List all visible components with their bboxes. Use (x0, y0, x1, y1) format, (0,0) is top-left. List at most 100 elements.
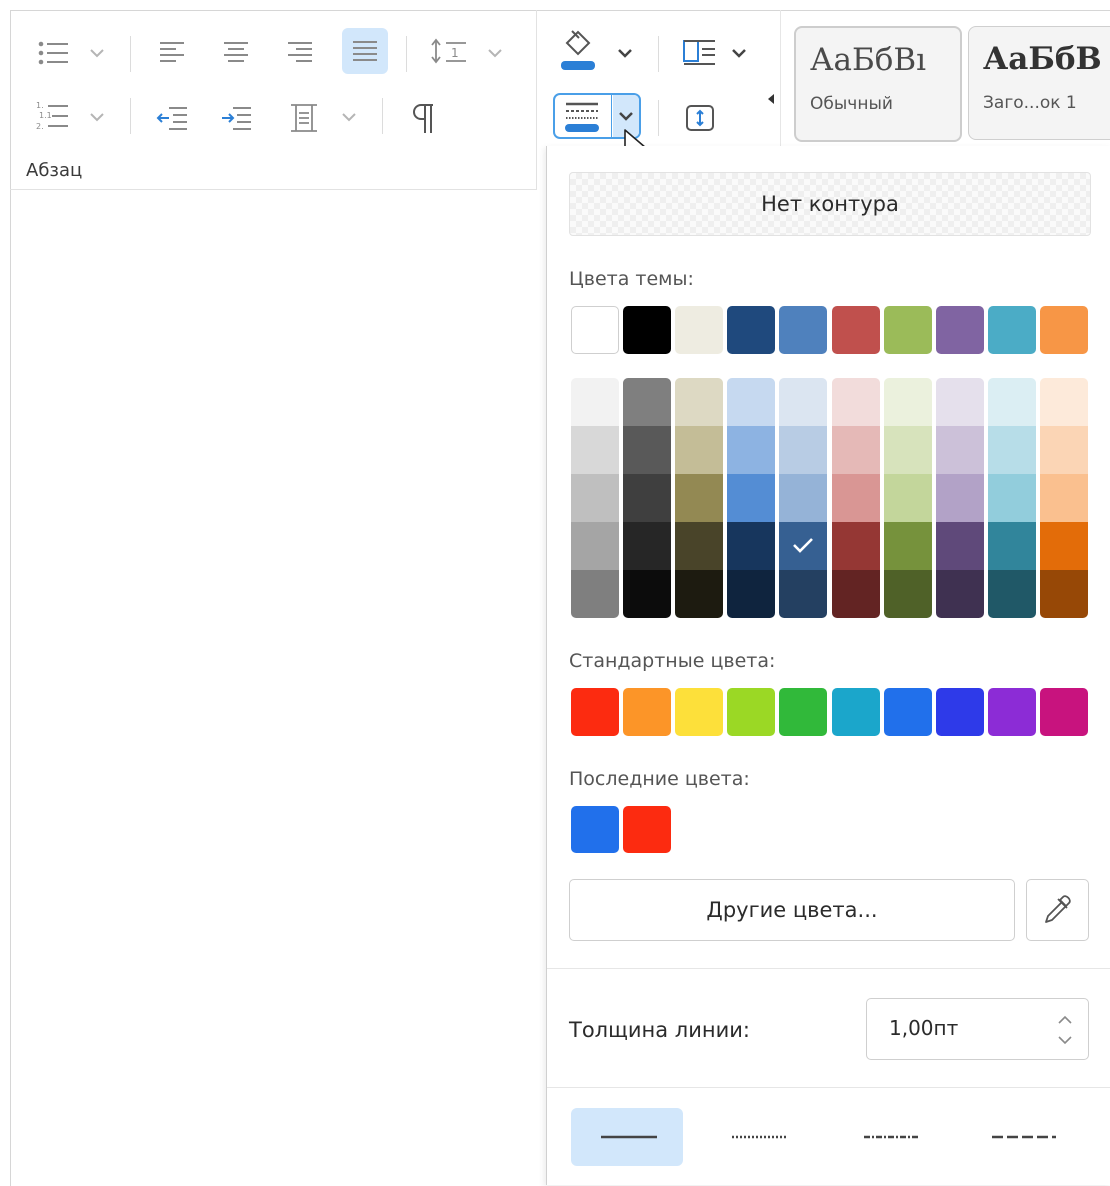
decrease-indent-button[interactable] (150, 96, 194, 140)
theme-shade-swatch[interactable] (1039, 522, 1088, 570)
standard-color-swatch[interactable] (831, 688, 880, 736)
theme-shade-swatch[interactable] (831, 522, 880, 570)
theme-shade-swatch[interactable] (935, 378, 984, 426)
theme-shade-swatch[interactable] (1039, 378, 1088, 426)
theme-shade-swatch[interactable] (571, 378, 619, 426)
theme-color-swatch[interactable] (987, 306, 1036, 354)
theme-shade-swatch[interactable] (727, 522, 776, 570)
style-heading-1[interactable]: АаБбВ Заго...ок 1 (968, 26, 1110, 140)
theme-shade-swatch[interactable] (987, 378, 1036, 426)
fill-color-button[interactable] (556, 26, 600, 74)
theme-color-swatch[interactable] (1039, 306, 1088, 354)
theme-color-swatch[interactable] (831, 306, 880, 354)
theme-shade-swatch[interactable] (675, 426, 724, 474)
theme-shade-swatch[interactable] (623, 474, 672, 522)
theme-shade-swatch[interactable] (623, 570, 672, 618)
show-formatting-button[interactable] (400, 96, 444, 140)
theme-shade-swatch[interactable] (779, 474, 828, 522)
theme-shade-swatch[interactable] (571, 570, 619, 618)
theme-shade-swatch[interactable] (779, 378, 828, 426)
theme-shade-swatch[interactable] (831, 570, 880, 618)
theme-shade-swatch[interactable] (987, 570, 1036, 618)
line-thickness-input[interactable]: 1,00пт (866, 998, 1089, 1060)
theme-shade-swatch[interactable] (1039, 570, 1088, 618)
numbered-list-dropdown[interactable] (84, 106, 110, 128)
theme-shade-swatch[interactable] (571, 426, 619, 474)
theme-shade-swatch[interactable] (883, 570, 932, 618)
theme-shade-swatch[interactable] (883, 426, 932, 474)
theme-shade-swatch[interactable] (623, 426, 672, 474)
theme-shade-swatch[interactable] (1039, 426, 1088, 474)
theme-color-swatch[interactable] (571, 306, 619, 354)
recent-color-swatch[interactable] (571, 806, 619, 853)
theme-color-swatch[interactable] (727, 306, 776, 354)
numbered-list-button[interactable]: 1. 1.1 2. (30, 96, 74, 136)
theme-shade-swatch[interactable] (779, 570, 828, 618)
eyedropper-button[interactable] (1026, 879, 1089, 941)
theme-shade-swatch[interactable] (779, 426, 828, 474)
line-spacing-button[interactable]: 1 (424, 32, 474, 72)
standard-color-swatch[interactable] (727, 688, 776, 736)
theme-shade-swatch[interactable] (779, 522, 828, 570)
align-right-button[interactable] (278, 30, 322, 74)
theme-shade-swatch[interactable] (727, 378, 776, 426)
vertical-align-button[interactable] (680, 98, 720, 138)
recent-color-swatch[interactable] (623, 806, 672, 853)
theme-shade-swatch[interactable] (987, 522, 1036, 570)
theme-shade-swatch[interactable] (727, 426, 776, 474)
theme-shade-swatch[interactable] (623, 378, 672, 426)
gallery-scroll-left-arrow[interactable] (768, 94, 774, 104)
other-colors-button[interactable]: Другие цвета... (569, 879, 1015, 941)
theme-shade-swatch[interactable] (727, 474, 776, 522)
standard-color-swatch[interactable] (571, 688, 619, 736)
theme-shade-swatch[interactable] (935, 522, 984, 570)
standard-color-swatch[interactable] (987, 688, 1036, 736)
theme-color-swatch[interactable] (623, 306, 672, 354)
theme-shade-swatch[interactable] (935, 426, 984, 474)
theme-shade-swatch[interactable] (883, 522, 932, 570)
theme-shade-swatch[interactable] (675, 570, 724, 618)
line-style-dash-dot[interactable] (836, 1108, 948, 1166)
theme-shade-swatch[interactable] (675, 474, 724, 522)
paragraph-spacing-dropdown[interactable] (336, 106, 362, 128)
theme-shade-swatch[interactable] (987, 474, 1036, 522)
line-spacing-dropdown[interactable] (482, 42, 508, 64)
align-left-button[interactable] (150, 30, 194, 74)
line-style-solid[interactable] (571, 1108, 683, 1166)
justify-button[interactable] (342, 28, 388, 74)
theme-color-swatch[interactable] (935, 306, 984, 354)
theme-color-swatch[interactable] (675, 306, 724, 354)
bulleted-list-dropdown[interactable] (84, 42, 110, 64)
theme-shade-swatch[interactable] (987, 426, 1036, 474)
theme-color-swatch[interactable] (883, 306, 932, 354)
standard-color-swatch[interactable] (883, 688, 932, 736)
theme-shade-swatch[interactable] (831, 378, 880, 426)
increase-indent-button[interactable] (214, 96, 258, 140)
standard-color-swatch[interactable] (623, 688, 672, 736)
standard-color-swatch[interactable] (935, 688, 984, 736)
theme-shade-swatch[interactable] (935, 474, 984, 522)
theme-shade-swatch[interactable] (675, 378, 724, 426)
theme-shade-swatch[interactable] (571, 522, 619, 570)
paragraph-spacing-button[interactable] (282, 96, 326, 140)
theme-shade-swatch[interactable] (1039, 474, 1088, 522)
theme-shade-swatch[interactable] (727, 570, 776, 618)
borders-button[interactable] (676, 32, 722, 72)
theme-shade-swatch[interactable] (831, 426, 880, 474)
theme-shade-swatch[interactable] (883, 474, 932, 522)
borders-dropdown[interactable] (726, 42, 752, 64)
standard-color-swatch[interactable] (675, 688, 724, 736)
align-center-button[interactable] (214, 30, 258, 74)
spinner-icon[interactable] (1055, 1011, 1075, 1049)
theme-shade-swatch[interactable] (675, 522, 724, 570)
bulleted-list-button[interactable] (30, 34, 74, 72)
theme-shade-swatch[interactable] (935, 570, 984, 618)
theme-shade-swatch[interactable] (623, 522, 672, 570)
no-outline-button[interactable]: Нет контура (569, 172, 1091, 236)
theme-color-swatch[interactable] (779, 306, 828, 354)
theme-shade-swatch[interactable] (831, 474, 880, 522)
line-style-dotted[interactable] (704, 1108, 816, 1166)
theme-shade-swatch[interactable] (571, 474, 619, 522)
standard-color-swatch[interactable] (1039, 688, 1088, 736)
line-style-dashed[interactable] (968, 1108, 1080, 1166)
